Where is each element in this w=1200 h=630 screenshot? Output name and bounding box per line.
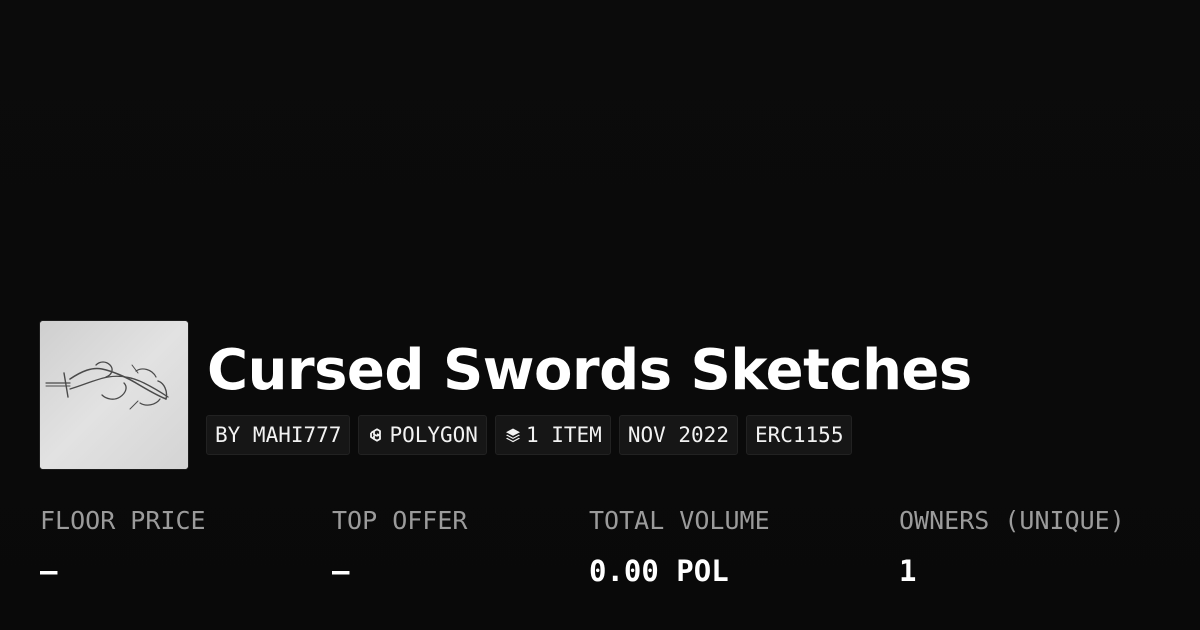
token-standard-chip: ERC1155	[745, 415, 853, 455]
top-offer-label: TOP OFFER	[332, 506, 468, 535]
layers-icon	[504, 426, 522, 444]
total-volume-value: 0.00 POL	[589, 554, 729, 588]
owners-stat: OWNERS (UNIQUE) 1	[899, 503, 1125, 589]
chain-label: POLYGON	[389, 423, 478, 447]
owners-value: 1	[899, 554, 917, 588]
polygon-icon	[367, 426, 385, 444]
items-count-label: 1 ITEM	[525, 423, 602, 447]
collection-thumbnail	[40, 321, 188, 469]
floor-price-stat: FLOOR PRICE –	[40, 503, 206, 589]
collection-meta-chips: BY MAHI777 POLYGON 1 ITEM NOV 2022 ERC11…	[206, 415, 853, 455]
created-date-chip: NOV 2022	[618, 415, 738, 455]
token-standard-label: ERC1155	[754, 423, 844, 447]
floor-price-value: –	[40, 554, 58, 588]
created-date-label: NOV 2022	[627, 423, 729, 447]
creator-chip[interactable]: BY MAHI777	[206, 415, 351, 455]
top-offer-stat: TOP OFFER –	[332, 503, 467, 589]
total-volume-stat: TOTAL VOLUME 0.00 POL	[589, 503, 770, 589]
floor-price-label: FLOOR PRICE	[40, 506, 206, 535]
items-count-chip[interactable]: 1 ITEM	[494, 415, 611, 455]
total-volume-label: TOTAL VOLUME	[589, 506, 770, 535]
creator-label: BY MAHI777	[215, 423, 342, 447]
page: Cursed Swords Sketches BY MAHI777 POLYGO…	[0, 0, 1200, 630]
collection-title: Cursed Swords Sketches	[207, 338, 972, 403]
chain-chip[interactable]: POLYGON	[358, 415, 487, 455]
owners-label: OWNERS (UNIQUE)	[899, 506, 1125, 535]
top-offer-value: –	[332, 554, 350, 588]
